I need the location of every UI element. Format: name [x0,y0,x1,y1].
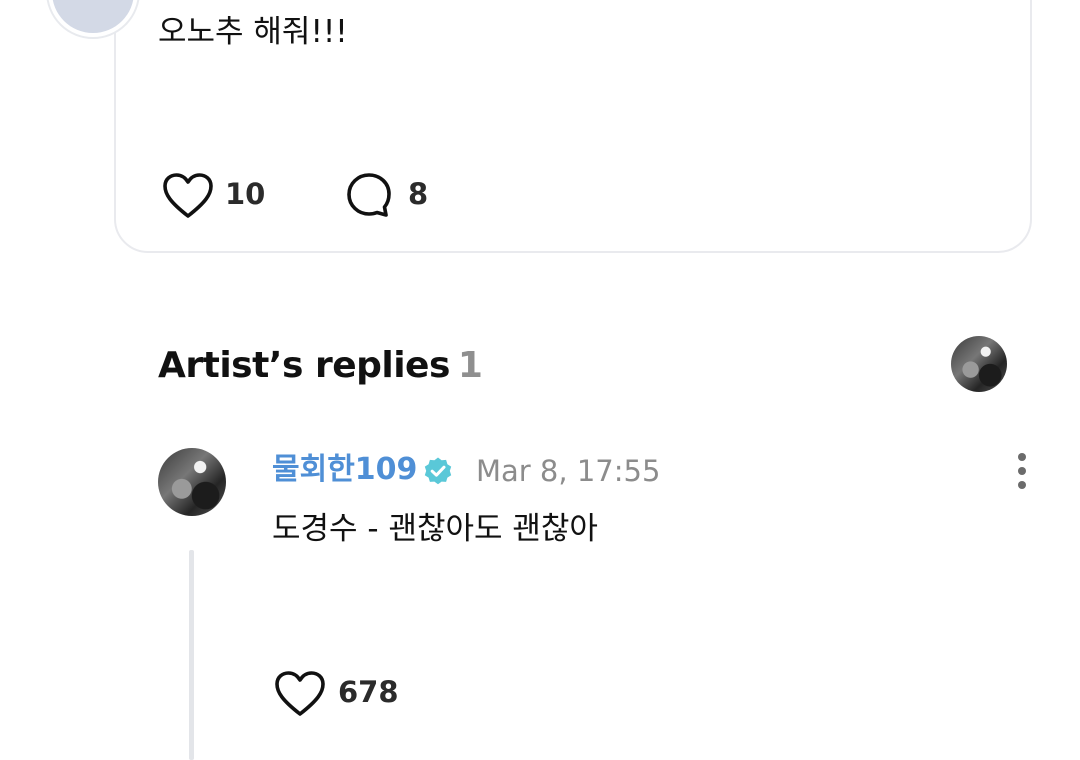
speech-bubble-icon[interactable] [345,171,395,219]
reply-timestamp: Mar 8, 17:55 [476,454,661,488]
reply-text: 도경수 - 괜찮아도 괜찮아 [272,511,598,547]
reply-author-avatar[interactable] [158,448,226,516]
heart-outline-icon[interactable] [274,670,326,718]
artist-avatar[interactable] [951,336,1007,392]
more-vertical-icon[interactable] [1010,450,1034,492]
post-like-count: 10 [225,177,266,211]
post-text: 오노추 해줘!!! [158,14,348,50]
artist-replies-title: Artist’s replies 1 [158,342,483,390]
reply-author-name[interactable]: 물회한109 [272,450,417,490]
verified-badge-icon [423,456,453,490]
thread-line [189,550,194,760]
artist-replies-count: 1 [457,345,483,386]
post-comment-count: 8 [408,177,429,211]
reply-like-count: 678 [338,675,399,709]
heart-outline-icon[interactable] [162,172,214,220]
artist-replies-label: Artist’s replies [158,345,450,386]
